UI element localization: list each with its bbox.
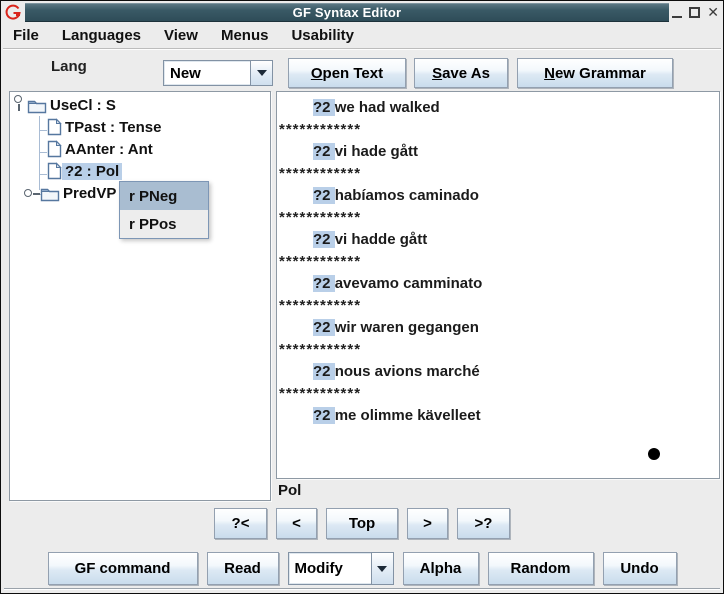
metavariable-highlight[interactable]: ?2 [313, 407, 335, 424]
popup-item-ppos[interactable]: r PPos [120, 210, 208, 238]
menu-usability[interactable]: Usability [291, 27, 354, 44]
metavariable-highlight[interactable]: ?2 [313, 99, 335, 116]
random-button[interactable]: Random [488, 552, 594, 585]
popup-item-pneg[interactable]: r PNeg [120, 182, 208, 210]
document-icon [47, 162, 62, 180]
output-sentence: ?2 me olimme kävelleet [279, 405, 717, 427]
metavariable-highlight[interactable]: ?2 [313, 363, 335, 380]
output-sentence: ?2 habíamos caminado [279, 185, 717, 207]
output-area: ?2 we had walked************?2 vi hade g… [277, 92, 719, 478]
output-separator: ************ [279, 339, 717, 361]
output-sentence: ?2 vi hade gått [279, 141, 717, 163]
metavariable-highlight[interactable]: ?2 [313, 187, 335, 204]
tree-node-label: AAnter : Ant [62, 141, 156, 158]
window-title: GF Syntax Editor [293, 5, 402, 20]
prev-metavariable-button[interactable]: ?< [214, 508, 267, 539]
sentence-text: we had walked [335, 99, 440, 116]
undo-button[interactable]: Undo [603, 552, 677, 585]
output-separator: ************ [279, 251, 717, 273]
tree-expand-handle-expanded[interactable] [14, 95, 24, 111]
caret-dot [648, 448, 660, 460]
tree-line [40, 152, 47, 153]
refinement-popup-menu: r PNeg r PPos [119, 181, 209, 239]
output-sentence: ?2 avevamo camminato [279, 273, 717, 295]
alpha-button[interactable]: Alpha [403, 552, 479, 585]
menu-bar: File Languages View Menus Usability [3, 23, 721, 49]
linearization-panel[interactable]: ?2 we had walked************?2 vi hade g… [276, 91, 720, 479]
tree-node-label: PredVP [60, 185, 119, 202]
gf-command-button[interactable]: GF command [48, 552, 198, 585]
tree-line [39, 116, 40, 190]
output-sentence: ?2 we had walked [279, 97, 717, 119]
metavariable-highlight[interactable]: ?2 [313, 143, 335, 160]
tree-node-aanter[interactable]: AAnter : Ant [47, 138, 156, 160]
metavariable-highlight[interactable]: ?2 [313, 275, 335, 292]
metavariable-highlight[interactable]: ?2 [313, 231, 335, 248]
menu-menus[interactable]: Menus [221, 27, 269, 44]
sentence-text: vi hadde gått [335, 231, 428, 248]
document-icon [47, 140, 62, 158]
output-separator: ************ [279, 207, 717, 229]
save-as-button[interactable]: Save As [414, 58, 508, 88]
modify-combobox[interactable]: Modify [288, 552, 394, 585]
output-sentence: ?2 wir waren gegangen [279, 317, 717, 339]
output-separator: ************ [279, 119, 717, 141]
tree-node-predvp[interactable]: PredVP [40, 182, 119, 204]
next-metavariable-button[interactable]: >? [457, 508, 510, 539]
window-frame-groove [4, 588, 720, 590]
tree-expand-handle-collapsed[interactable] [24, 189, 40, 199]
syntax-tree-panel[interactable]: UseCl : S TPast : Tense AAnter : Ant ?2 … [9, 91, 271, 501]
top-button[interactable]: Top [326, 508, 398, 539]
language-combobox-value: New [164, 61, 250, 85]
action-row: GF command Read Modify Alpha Random Undo [1, 552, 723, 585]
sentence-text: nous avions marché [335, 363, 480, 380]
combobox-dropdown-arrow-icon[interactable] [250, 61, 272, 85]
tree-node-tpast[interactable]: TPast : Tense [47, 116, 164, 138]
tree-node-metavariable-pol[interactable]: ?2 : Pol [47, 160, 122, 182]
gf-logo-icon [3, 2, 23, 22]
tree-node-label: UseCl : S [47, 97, 119, 114]
maximize-icon[interactable] [689, 7, 700, 18]
gf-syntax-editor-window: GF Syntax Editor ✕ File Languages View M… [0, 0, 724, 594]
combobox-dropdown-arrow-icon[interactable] [371, 553, 393, 584]
metavariable-highlight[interactable]: ?2 [313, 319, 335, 336]
output-separator: ************ [279, 163, 717, 185]
sentence-text: avevamo camminato [335, 275, 483, 292]
minimize-icon[interactable] [672, 7, 682, 18]
tree-node-usecl[interactable]: UseCl : S [27, 94, 119, 116]
tree-line [40, 130, 47, 131]
menu-view[interactable]: View [164, 27, 198, 44]
folder-icon [27, 97, 47, 114]
output-separator: ************ [279, 295, 717, 317]
output-sentence: ?2 vi hadde gått [279, 229, 717, 251]
prev-node-button[interactable]: < [276, 508, 317, 539]
language-combobox[interactable]: New [163, 60, 273, 86]
toolbar: Lang New Open Text Save As New Grammar [3, 50, 721, 90]
sentence-text: vi hade gått [335, 143, 418, 160]
output-sentence: ?2 nous avions marché [279, 361, 717, 383]
sentence-text: wir waren gegangen [335, 319, 479, 336]
new-grammar-button[interactable]: New Grammar [517, 58, 673, 88]
sentence-text: habíamos caminado [335, 187, 479, 204]
next-node-button[interactable]: > [407, 508, 448, 539]
window-controls: ✕ [672, 5, 719, 20]
output-separator: ************ [279, 383, 717, 405]
tree-node-label-selected: ?2 : Pol [62, 163, 122, 180]
lang-label: Lang [51, 58, 87, 75]
open-text-button[interactable]: Open Text [288, 58, 406, 88]
document-icon [47, 118, 62, 136]
tree-node-label: TPast : Tense [62, 119, 164, 136]
modify-combobox-value: Modify [289, 553, 371, 584]
menu-languages[interactable]: Languages [62, 27, 141, 44]
title-bar[interactable]: GF Syntax Editor [25, 3, 669, 22]
read-button[interactable]: Read [207, 552, 279, 585]
navigation-row: ?< < Top > >? [1, 508, 723, 540]
folder-icon [40, 185, 60, 202]
menu-file[interactable]: File [13, 27, 39, 44]
sentence-text: me olimme kävelleet [335, 407, 481, 424]
status-label: Pol [278, 482, 301, 499]
close-icon[interactable]: ✕ [707, 7, 719, 18]
tree-line [40, 174, 47, 175]
